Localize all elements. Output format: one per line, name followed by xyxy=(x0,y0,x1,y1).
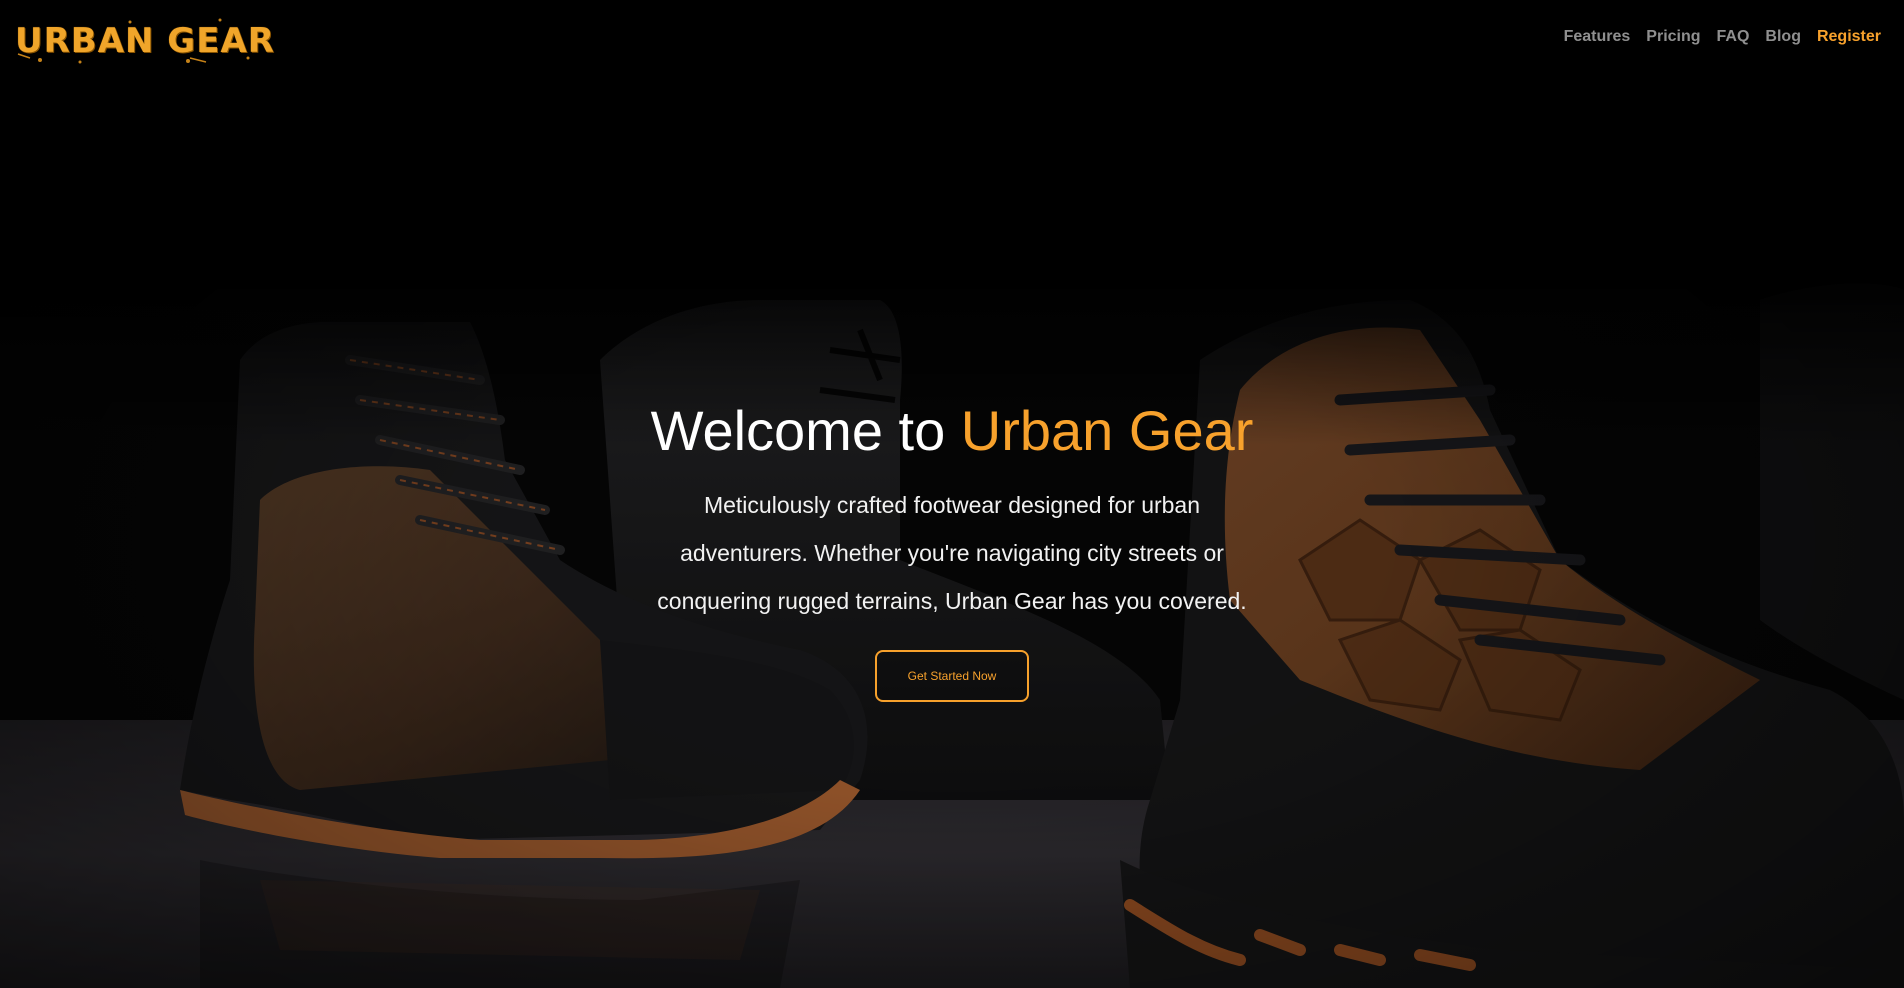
brand-logo[interactable]: URBAN GEAR xyxy=(15,21,275,61)
hero-title-prefix: Welcome to xyxy=(650,399,961,462)
get-started-button[interactable]: Get Started Now xyxy=(875,650,1029,702)
main-nav: Features Pricing FAQ Blog Register xyxy=(1548,28,1881,46)
nav-link-faq[interactable]: FAQ xyxy=(1717,28,1750,46)
nav-link-register[interactable]: Register xyxy=(1817,28,1881,46)
landing-page: URBAN GEAR Features Pricing FAQ Blog Reg… xyxy=(0,0,1904,988)
hero-subtitle: Meticulously crafted footwear designed f… xyxy=(657,492,1247,614)
nav-link-blog[interactable]: Blog xyxy=(1765,28,1801,46)
navbar: URBAN GEAR Features Pricing FAQ Blog Reg… xyxy=(0,0,1904,84)
hero-section: Welcome to Urban Gear Meticulously craft… xyxy=(0,395,1904,702)
hero-title: Welcome to Urban Gear xyxy=(0,395,1904,467)
nav-link-features[interactable]: Features xyxy=(1564,28,1631,46)
hero-title-accent: Urban Gear xyxy=(960,399,1254,462)
nav-link-pricing[interactable]: Pricing xyxy=(1646,28,1700,46)
